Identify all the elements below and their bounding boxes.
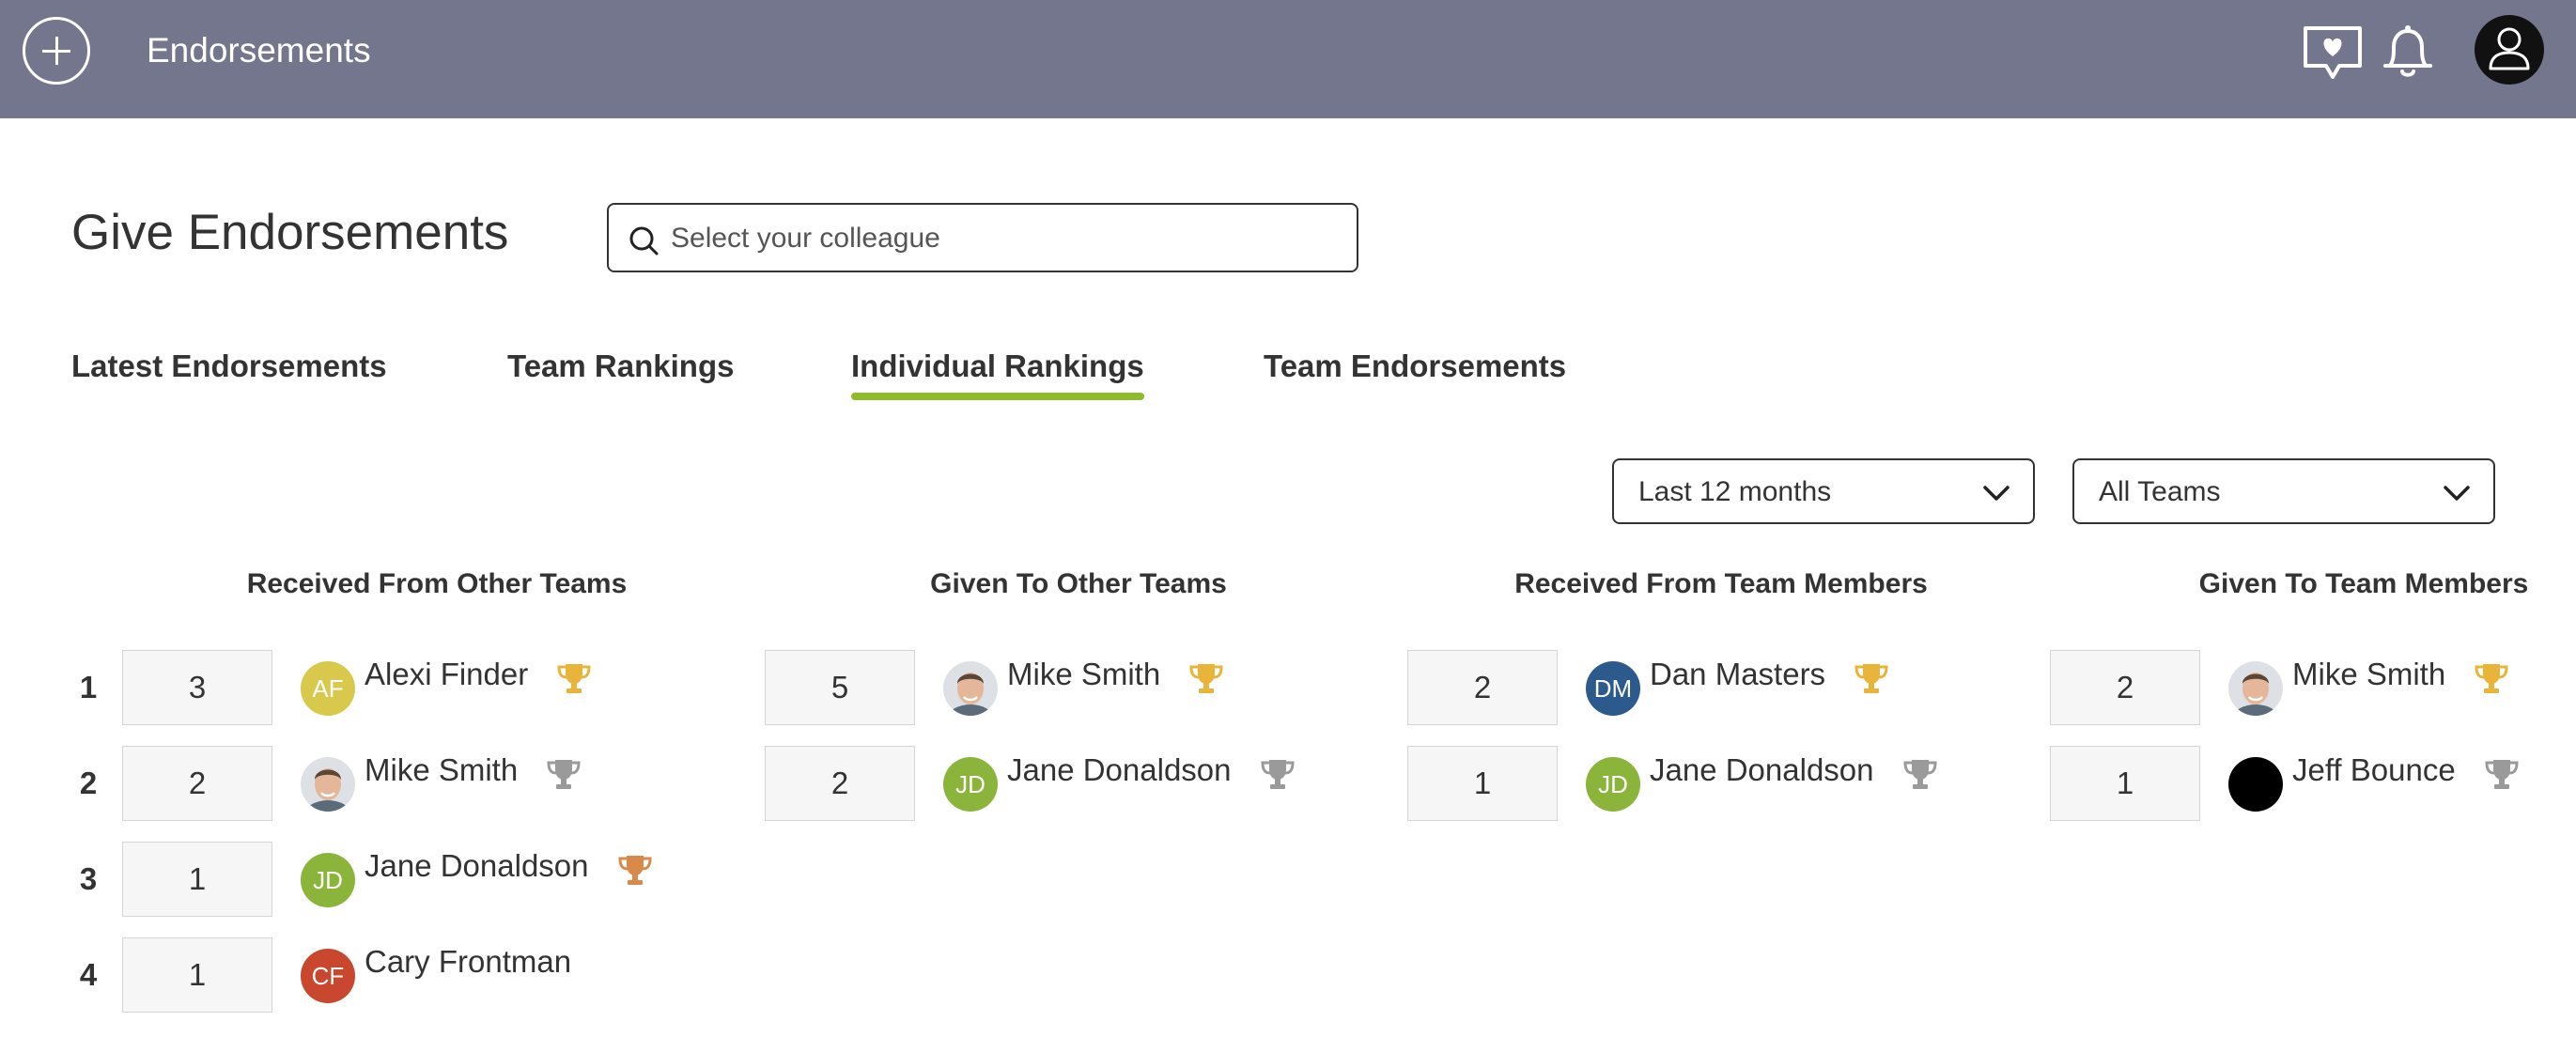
avatar[interactable]: JD	[301, 853, 355, 907]
user-avatar-button[interactable]	[2475, 15, 2544, 85]
tab-latest-endorsements[interactable]: Latest Endorsements	[71, 348, 387, 385]
tab-team-endorsements[interactable]: Team Endorsements	[1264, 348, 1566, 385]
person-name[interactable]: Dan Masters	[1650, 656, 1825, 693]
avatar[interactable]	[943, 661, 998, 716]
colleague-search[interactable]	[607, 203, 1358, 272]
endorsement-count: 1	[122, 842, 272, 917]
endorsement-count: 2	[2050, 650, 2200, 725]
endorsement-chat-icon[interactable]	[2302, 24, 2364, 81]
person-name[interactable]: Alexi Finder	[365, 656, 528, 693]
avatar[interactable]: JD	[1586, 757, 1640, 812]
period-select[interactable]: Last 12 months	[1612, 458, 2035, 524]
avatar[interactable]: CF	[301, 949, 355, 1003]
avatar[interactable]: DM	[1586, 661, 1640, 716]
avatar[interactable]	[301, 757, 355, 812]
endorsement-count: 1	[1407, 746, 1558, 821]
tab-individual-rankings[interactable]: Individual Rankings	[851, 348, 1144, 400]
endorsement-count: 2	[1407, 650, 1558, 725]
person-name[interactable]: Jane Donaldson	[1650, 751, 1874, 789]
app-title: Endorsements	[147, 31, 371, 70]
column-title: Given To Other Teams	[930, 568, 1227, 599]
tab-team-rankings[interactable]: Team Rankings	[507, 348, 734, 385]
endorsement-count: 5	[765, 650, 915, 725]
person-name[interactable]: Jane Donaldson	[1007, 751, 1232, 789]
endorsement-count: 2	[122, 746, 272, 821]
endorsement-count: 1	[122, 937, 272, 1013]
person-name[interactable]: Jeff Bounce	[2292, 751, 2456, 789]
bell-icon[interactable]	[2381, 23, 2435, 81]
rank-number: 4	[79, 957, 98, 992]
person-name[interactable]: Mike Smith	[2292, 656, 2445, 693]
top-bar: Endorsements	[0, 0, 2576, 118]
period-select-value: Last 12 months	[1638, 476, 1832, 507]
column-title: Received From Team Members	[1514, 568, 1928, 599]
rank-number: 2	[79, 766, 98, 800]
user-icon	[2489, 27, 2530, 70]
column-title: Given To Team Members	[2198, 568, 2529, 599]
avatar[interactable]	[2228, 661, 2283, 716]
avatar[interactable]	[2228, 757, 2283, 812]
person-name[interactable]: Mike Smith	[1007, 656, 1160, 693]
search-input[interactable]	[671, 216, 1328, 261]
column-title: Received From Other Teams	[246, 568, 628, 599]
person-name[interactable]: Mike Smith	[365, 751, 518, 789]
team-select-value: All Teams	[2099, 476, 2221, 507]
avatar[interactable]: JD	[943, 757, 998, 812]
add-icon[interactable]	[23, 17, 90, 85]
team-select[interactable]: All Teams	[2072, 458, 2495, 524]
avatar[interactable]: AF	[301, 661, 355, 716]
endorsement-count: 2	[765, 746, 915, 821]
chevron-down-icon	[2444, 486, 2470, 501]
endorsement-count: 3	[122, 650, 272, 725]
rank-number: 1	[79, 670, 98, 704]
chevron-down-icon	[1983, 486, 2010, 501]
rank-number: 3	[79, 861, 98, 896]
search-icon	[629, 226, 659, 255]
page-title: Give Endorsements	[71, 205, 509, 260]
person-name[interactable]: Jane Donaldson	[365, 847, 589, 885]
person-name[interactable]: Cary Frontman	[365, 943, 571, 981]
endorsement-count: 1	[2050, 746, 2200, 821]
